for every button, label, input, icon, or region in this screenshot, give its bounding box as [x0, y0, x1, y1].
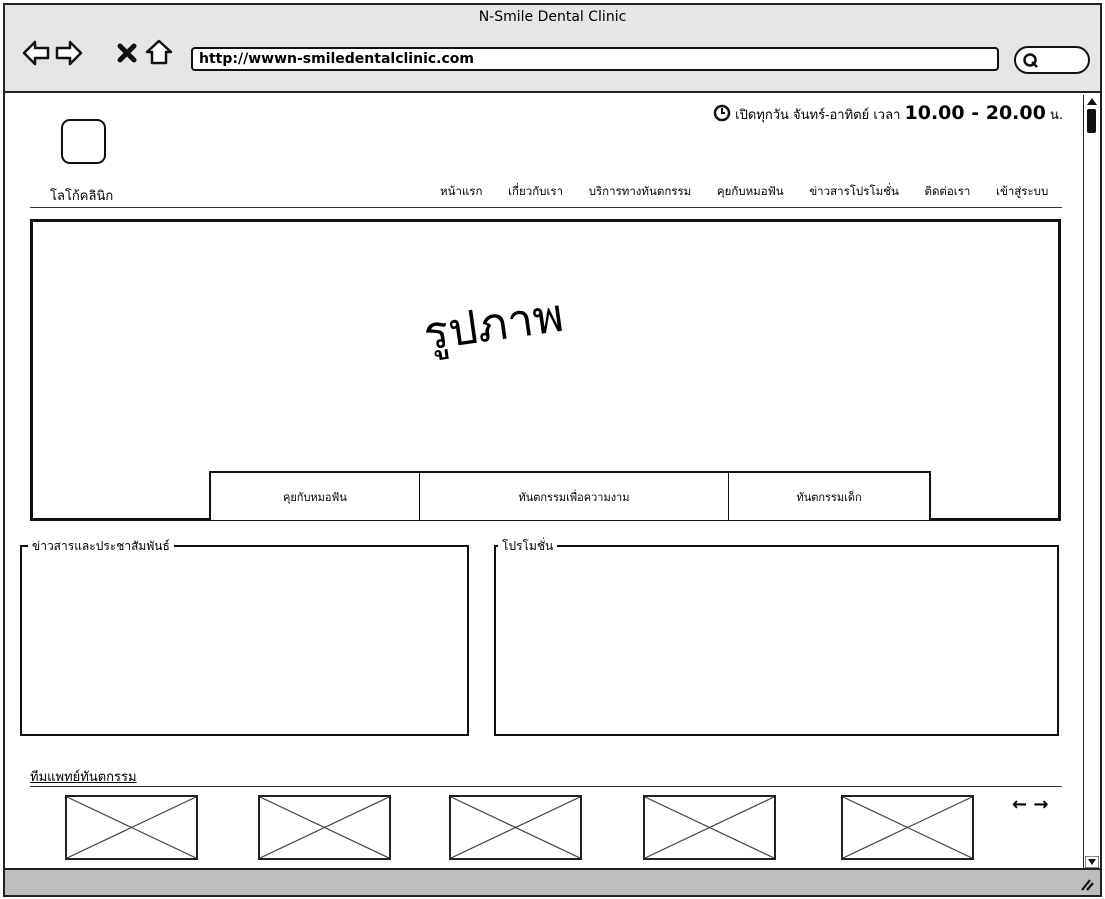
forward-arrow-icon[interactable]: [54, 39, 84, 67]
nav-item-services[interactable]: บริการทางทันตกรรม: [589, 184, 692, 198]
promotion-panel: [494, 545, 1059, 736]
dentist-image-placeholder: [449, 795, 582, 860]
tab-cosmetic-dentistry[interactable]: ทันตกรรมเพื่อความงาม: [418, 473, 728, 520]
logo-label: โลโก้คลินิก: [50, 189, 114, 204]
stop-icon[interactable]: [116, 42, 138, 64]
home-icon[interactable]: [144, 38, 174, 66]
carousel-arrows[interactable]: ← →: [1012, 794, 1048, 815]
hours-text: เปิดทุกวัน จันทร์-อาทิตย์ เวลา: [735, 108, 901, 123]
image-placeholder-icon: [450, 796, 581, 859]
resize-grip-icon[interactable]: [1078, 877, 1094, 891]
clinic-logo[interactable]: [61, 119, 106, 164]
clock-icon: [713, 104, 731, 122]
nav-item-contact[interactable]: ติดต่อเรา: [924, 184, 970, 198]
dentist-image-placeholder: [643, 795, 776, 860]
news-panel-title: ข่าวสารและประชาสัมพันธ์: [28, 537, 174, 556]
header-divider: [30, 207, 1062, 208]
promotion-panel-title: โปรโมชั่น: [498, 537, 558, 556]
hours-time: 10.00 - 20.00: [904, 102, 1046, 124]
address-bar[interactable]: http://wwwn-smiledentalclinic.com: [191, 47, 999, 71]
nav-item-login[interactable]: เข้าสู่ระบบ: [996, 184, 1048, 198]
window-title: N-Smile Dental Clinic: [478, 9, 627, 25]
scroll-up-icon[interactable]: [1085, 95, 1099, 107]
image-placeholder-icon: [66, 796, 197, 859]
status-bar: [3, 868, 1102, 897]
tab-pediatric-dentistry[interactable]: ทันตกรรมเด็ก: [728, 473, 929, 520]
nav-item-home[interactable]: หน้าแรก: [440, 184, 482, 198]
nav-item-talk-to-dentist[interactable]: คุยกับหมอฟัน: [717, 184, 784, 198]
news-panel: [20, 545, 469, 736]
nav-item-news-promotions[interactable]: ข่าวสารโปรโมชั่น: [809, 184, 899, 198]
dentist-image-placeholder: [841, 795, 974, 860]
image-placeholder-icon: [259, 796, 390, 859]
hero-tabs: คุยกับหมอฟัน ทันตกรรมเพื่อความงาม ทันตกร…: [209, 471, 931, 520]
nav-item-about[interactable]: เกี่ยวกับเรา: [508, 184, 563, 198]
dentist-image-placeholder: [65, 795, 198, 860]
search-icon: [1023, 53, 1038, 68]
main-nav: หน้าแรก เกี่ยวกับเรา บริการทางทันตกรรม ค…: [440, 183, 1048, 201]
browser-toolbar: N-Smile Dental Clinic http://wwwn-smiled…: [3, 3, 1102, 93]
team-divider: [30, 786, 1062, 787]
image-placeholder-icon: [644, 796, 775, 859]
hours-suffix: น.: [1049, 108, 1063, 123]
dentist-image-placeholder: [258, 795, 391, 860]
vertical-scrollbar[interactable]: [1083, 95, 1099, 868]
scroll-down-icon[interactable]: [1085, 856, 1099, 868]
scrollbar-thumb[interactable]: [1087, 109, 1096, 133]
search-field[interactable]: [1014, 46, 1090, 74]
opening-hours: เปิดทุกวัน จันทร์-อาทิตย์ เวลา 10.00 - 2…: [713, 102, 1063, 125]
image-placeholder-icon: [842, 796, 973, 859]
tab-talk-to-dentist[interactable]: คุยกับหมอฟัน: [211, 473, 419, 520]
back-arrow-icon[interactable]: [21, 39, 51, 67]
team-section-title[interactable]: ทีมแพทย์ทันตกรรม: [30, 766, 137, 787]
